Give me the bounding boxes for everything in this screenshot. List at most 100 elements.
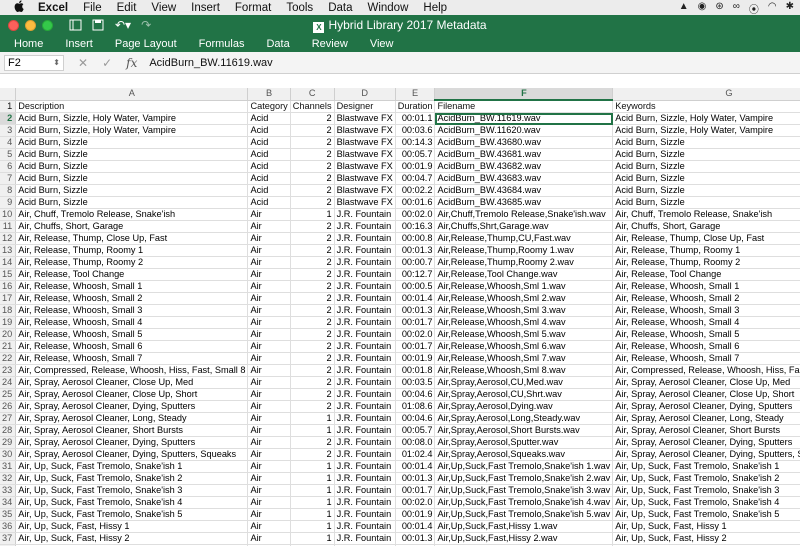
menu-edit[interactable]: Edit xyxy=(117,2,137,14)
row-header[interactable]: 3 xyxy=(0,124,17,137)
row-header[interactable]: 9 xyxy=(0,196,17,209)
table-cell[interactable]: J.R. Fountain xyxy=(334,352,396,365)
table-cell[interactable]: Air, Release, Whoosh, Small 3 xyxy=(612,304,800,317)
column-title-cell[interactable]: Channels xyxy=(290,100,335,113)
table-cell[interactable]: Air,Release,Whoosh,Sml 1.wav xyxy=(434,280,614,293)
table-cell[interactable]: 2 xyxy=(290,292,335,305)
table-cell[interactable]: Air, Release, Tool Change xyxy=(612,268,800,281)
table-cell[interactable]: 00:01.7 xyxy=(395,484,436,497)
table-cell[interactable]: Air xyxy=(247,412,291,425)
table-cell[interactable]: J.R. Fountain xyxy=(334,256,396,269)
table-cell[interactable]: Air,Spray,Aerosol,CU,Med.wav xyxy=(434,376,614,389)
table-cell[interactable]: J.R. Fountain xyxy=(334,220,396,233)
table-cell[interactable]: Air, Chuff, Tremolo Release, Snake'ish xyxy=(15,208,249,221)
table-cell[interactable]: 00:03.6 xyxy=(395,124,436,137)
table-cell[interactable]: Air, Spray, Aerosol Cleaner, Close Up, M… xyxy=(15,376,249,389)
row-header[interactable]: 30 xyxy=(0,448,17,461)
table-cell[interactable]: Air,Release,Thump,Roomy 1.wav xyxy=(434,244,614,257)
table-cell[interactable]: AcidBurn_BW.11619.wav xyxy=(434,112,614,125)
table-cell[interactable]: 00:00.7 xyxy=(395,256,436,269)
close-window-button[interactable] xyxy=(8,19,19,31)
column-header-b[interactable]: B xyxy=(247,88,291,101)
table-cell[interactable]: 2 xyxy=(290,172,335,185)
table-cell[interactable]: Air,Up,Suck,Fast,Hissy 2.wav xyxy=(434,532,614,545)
table-cell[interactable]: 2 xyxy=(290,448,335,461)
table-cell[interactable]: 2 xyxy=(290,364,335,377)
table-cell[interactable]: Air,Chuff,Tremolo Release,Snake'ish.wav xyxy=(434,208,614,221)
table-cell[interactable]: Air, Spray, Aerosol Cleaner, Long, Stead… xyxy=(15,412,249,425)
table-cell[interactable]: J.R. Fountain xyxy=(334,508,396,521)
table-cell[interactable]: 00:02.0 xyxy=(395,496,436,509)
table-cell[interactable]: 2 xyxy=(290,112,335,125)
table-cell[interactable]: 2 xyxy=(290,136,335,149)
row-header[interactable]: 34 xyxy=(0,496,17,509)
row-header[interactable]: 29 xyxy=(0,436,17,449)
table-cell[interactable]: AcidBurn_BW.43682.wav xyxy=(434,160,614,173)
table-cell[interactable]: AcidBurn_BW.43683.wav xyxy=(434,172,614,185)
row-header[interactable]: 22 xyxy=(0,352,17,365)
table-cell[interactable]: Air, Release, Whoosh, Small 4 xyxy=(612,316,800,329)
table-cell[interactable]: Air xyxy=(247,520,291,533)
table-cell[interactable]: J.R. Fountain xyxy=(334,520,396,533)
table-cell[interactable]: 2 xyxy=(290,400,335,413)
table-cell[interactable]: Air xyxy=(247,316,291,329)
table-cell[interactable]: Acid Burn, Sizzle, Holy Water, Vampire xyxy=(612,112,800,125)
tab-insert[interactable]: Insert xyxy=(65,38,93,50)
table-cell[interactable]: 00:02.0 xyxy=(395,208,436,221)
table-cell[interactable]: Air xyxy=(247,208,291,221)
table-cell[interactable]: Air,Spray,Aerosol,Short Bursts.wav xyxy=(434,424,614,437)
menu-view[interactable]: View xyxy=(151,2,176,14)
table-cell[interactable]: 00:01.9 xyxy=(395,508,436,521)
creative-cloud-icon[interactable]: ∞ xyxy=(733,1,740,16)
table-cell[interactable]: AcidBurn_BW.11620.wav xyxy=(434,124,614,137)
table-cell[interactable]: Air, Spray, Aerosol Cleaner, Dying, Sput… xyxy=(15,400,249,413)
row-header[interactable]: 32 xyxy=(0,472,17,485)
table-cell[interactable]: 1 xyxy=(290,532,335,545)
table-cell[interactable]: Acid Burn, Sizzle, Holy Water, Vampire xyxy=(15,112,249,125)
menu-file[interactable]: File xyxy=(83,2,102,14)
column-header-g[interactable]: G xyxy=(612,88,800,101)
table-cell[interactable]: Acid xyxy=(247,124,291,137)
table-cell[interactable]: Air, Spray, Aerosol Cleaner, Short Burst… xyxy=(15,424,249,437)
table-cell[interactable]: J.R. Fountain xyxy=(334,232,396,245)
table-cell[interactable]: Air,Up,Suck,Fast Tremolo,Snake'ish 1.wav xyxy=(434,460,614,473)
table-cell[interactable]: J.R. Fountain xyxy=(334,436,396,449)
table-cell[interactable]: 2 xyxy=(290,220,335,233)
table-cell[interactable]: Acid Burn, Sizzle, Holy Water, Vampire xyxy=(15,124,249,137)
table-cell[interactable]: 00:01.4 xyxy=(395,292,436,305)
table-cell[interactable]: Air xyxy=(247,496,291,509)
table-cell[interactable]: Acid Burn, Sizzle xyxy=(15,184,249,197)
table-cell[interactable]: Air, Spray, Aerosol Cleaner, Close Up, S… xyxy=(15,388,249,401)
table-cell[interactable]: Air,Spray,Aerosol,Sputter.wav xyxy=(434,436,614,449)
cancel-icon[interactable]: ✕ xyxy=(78,56,88,70)
table-cell[interactable]: Air, Release, Thump, Roomy 1 xyxy=(612,244,800,257)
table-cell[interactable]: Blastwave FX xyxy=(334,184,396,197)
table-cell[interactable]: Air, Up, Suck, Fast Tremolo, Snake'ish 4 xyxy=(15,496,249,509)
table-cell[interactable]: Air, Up, Suck, Fast Tremolo, Snake'ish 3 xyxy=(612,484,800,497)
table-cell[interactable]: Air xyxy=(247,292,291,305)
table-cell[interactable]: Air xyxy=(247,448,291,461)
table-cell[interactable]: Blastwave FX xyxy=(334,136,396,149)
table-cell[interactable]: J.R. Fountain xyxy=(334,388,396,401)
table-cell[interactable]: Air, Up, Suck, Fast Tremolo, Snake'ish 4 xyxy=(612,496,800,509)
table-cell[interactable]: Air, Spray, Aerosol Cleaner, Short Burst… xyxy=(612,424,800,437)
table-cell[interactable]: Air xyxy=(247,256,291,269)
function-icon[interactable]: fx xyxy=(126,56,137,70)
table-cell[interactable]: 00:05.7 xyxy=(395,148,436,161)
table-cell[interactable]: J.R. Fountain xyxy=(334,304,396,317)
table-cell[interactable]: AcidBurn_BW.43681.wav xyxy=(434,148,614,161)
tab-view[interactable]: View xyxy=(370,38,394,50)
table-cell[interactable]: Blastwave FX xyxy=(334,148,396,161)
table-cell[interactable]: Air,Up,Suck,Fast Tremolo,Snake'ish 4.wav xyxy=(434,496,614,509)
table-cell[interactable]: 2 xyxy=(290,232,335,245)
table-cell[interactable]: Acid xyxy=(247,136,291,149)
table-cell[interactable]: 00:01.7 xyxy=(395,340,436,353)
table-cell[interactable]: 00:14.3 xyxy=(395,136,436,149)
table-cell[interactable]: 00:04.6 xyxy=(395,412,436,425)
table-cell[interactable]: Acid Burn, Sizzle xyxy=(612,184,800,197)
table-cell[interactable]: Air, Spray, Aerosol Cleaner, Close Up, S… xyxy=(612,388,800,401)
table-cell[interactable]: Air, Release, Whoosh, Small 2 xyxy=(612,292,800,305)
table-cell[interactable]: J.R. Fountain xyxy=(334,244,396,257)
table-cell[interactable]: J.R. Fountain xyxy=(334,472,396,485)
row-header[interactable]: 5 xyxy=(0,148,17,161)
